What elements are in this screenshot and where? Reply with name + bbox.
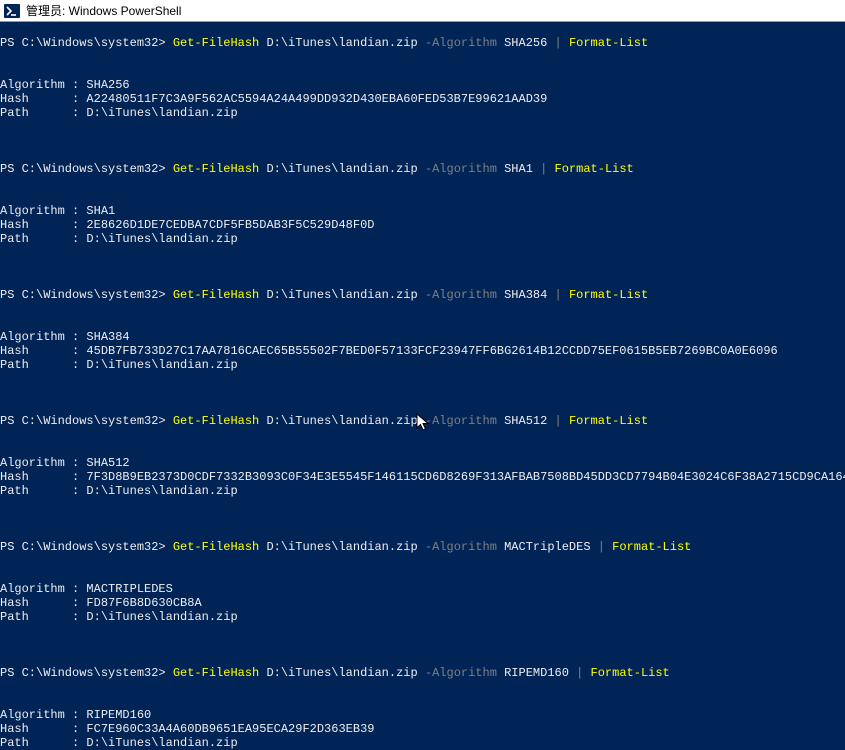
prompt: PS C:\Windows\system32> [0,540,173,554]
powershell-icon [4,3,20,19]
label-algorithm: Algorithm [0,78,65,92]
pipe: | [547,36,569,50]
out-algorithm: SHA256 [86,78,129,92]
out-hash: A22480511F7C3A9F562AC5594A24A499DD932D43… [86,92,547,106]
prompt: PS C:\Windows\system32> [0,288,173,302]
window-title: 管理员: Windows PowerShell [26,2,181,19]
window-titlebar[interactable]: 管理员: Windows PowerShell [0,0,845,22]
cmdlet-get-filehash: Get-FileHash [173,36,259,50]
terminal-output[interactable]: PS C:\Windows\system32> Get-FileHash D:\… [0,22,845,750]
param-algorithm [418,36,425,50]
out-path: D:\iTunes\landian.zip [86,106,237,120]
label-path: Path [0,106,29,120]
prompt: PS C:\Windows\system32> [0,162,173,176]
prompt: PS C:\Windows\system32> [0,414,173,428]
prompt: PS C:\Windows\system32> [0,36,173,50]
cmdlet-format-list: Format-List [569,36,648,50]
label-hash: Hash [0,92,29,106]
cmdlet-get-filehash: Get-FileHash [173,162,259,176]
prompt: PS C:\Windows\system32> [0,666,173,680]
